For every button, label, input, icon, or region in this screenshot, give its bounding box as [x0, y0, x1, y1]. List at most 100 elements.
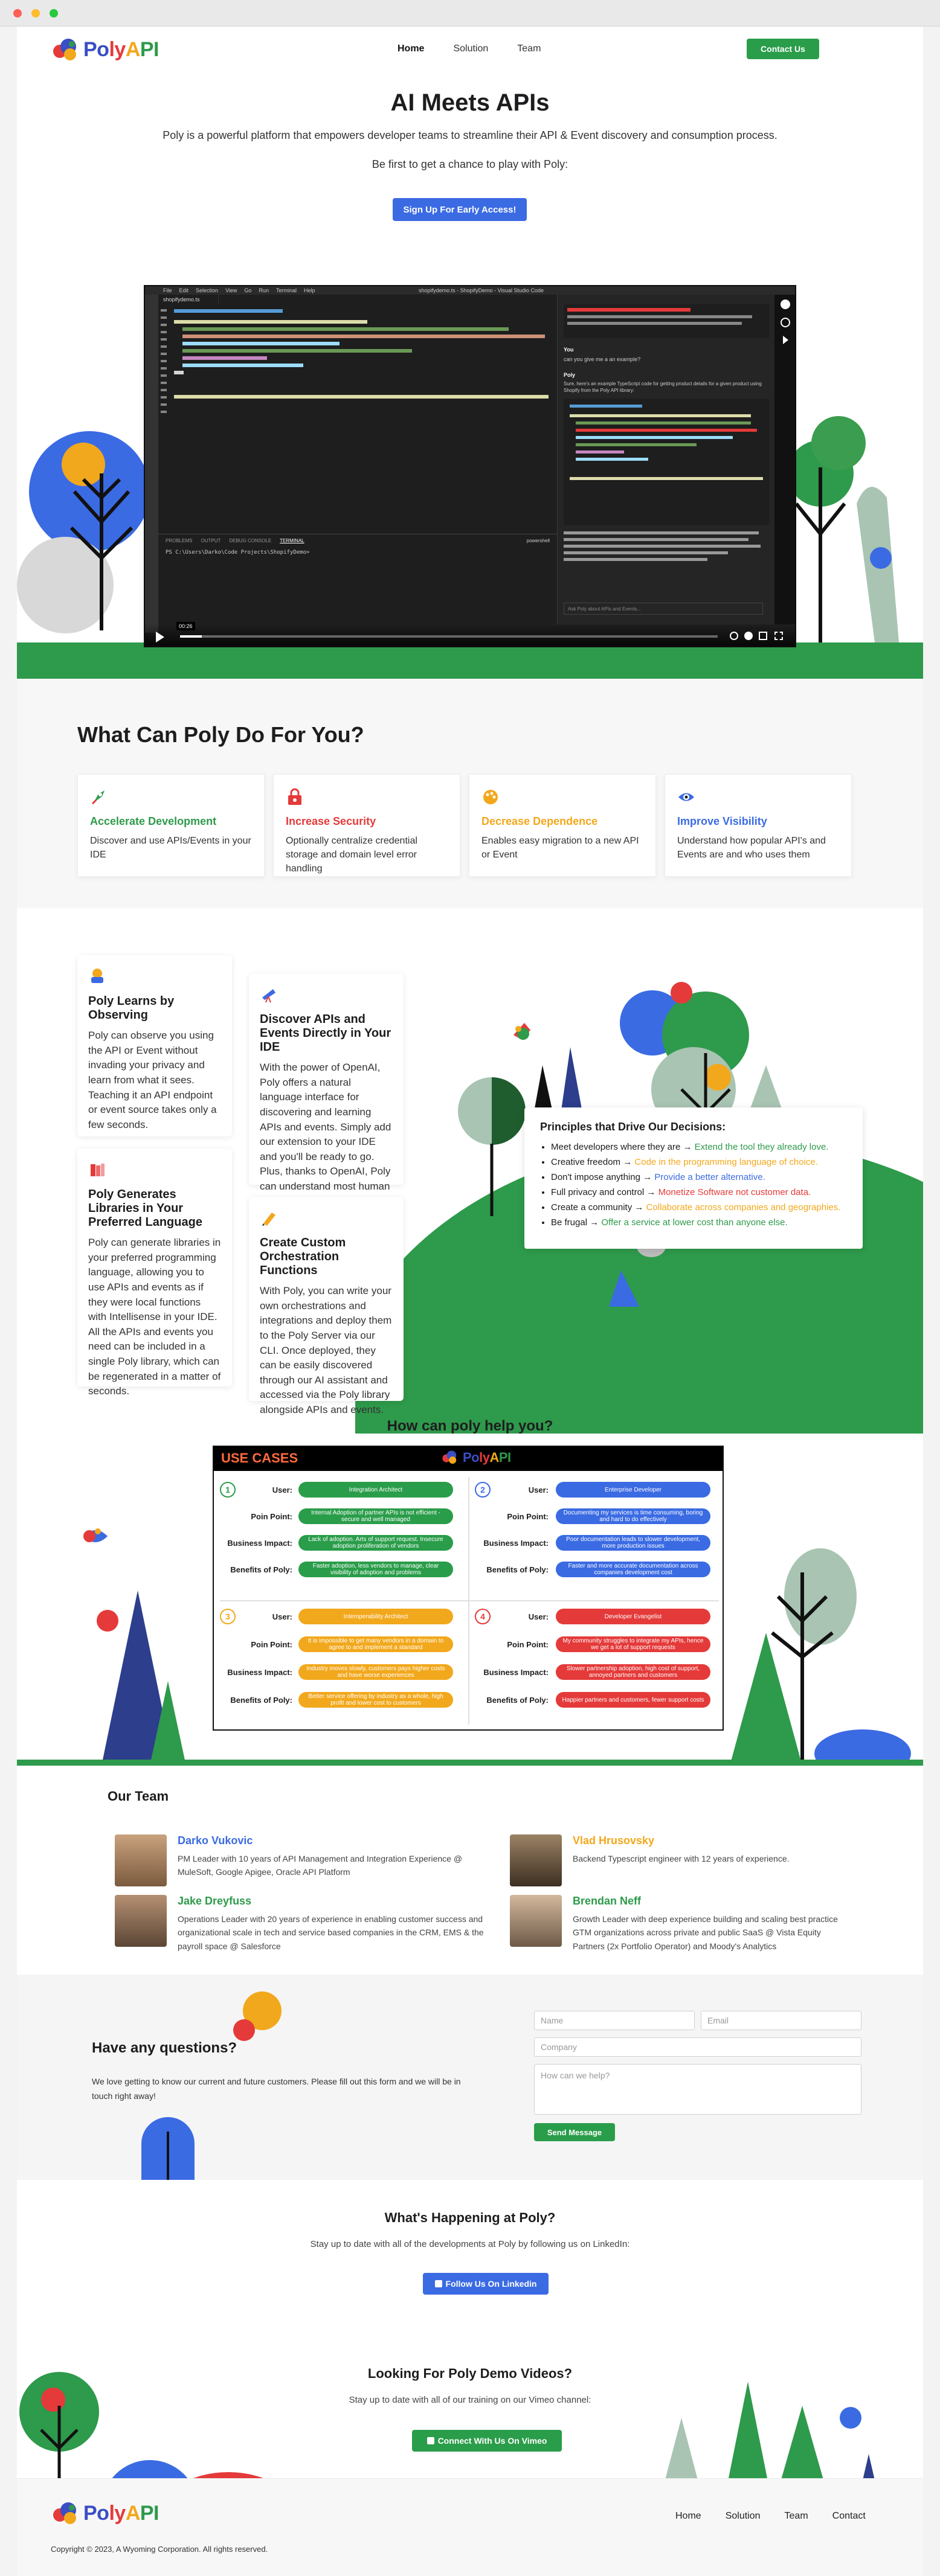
use-cases-panel: USE CASES PolyAPI 1 User: Poin Point: Bu…	[213, 1446, 724, 1731]
principles-list: Meet developers where they are → Extend …	[540, 1139, 847, 1230]
window-maximize-button[interactable]	[50, 9, 58, 18]
footer	[17, 2478, 923, 2576]
avatar	[115, 1895, 167, 1947]
menu-go[interactable]: Go	[244, 287, 251, 293]
footer-nav-solution[interactable]: Solution	[726, 2511, 761, 2522]
books-icon	[91, 1164, 105, 1176]
feature-title: Improve Visibility	[677, 815, 767, 827]
vscode-window-title: shopifydemo.ts - ShopifyDemo - Visual St…	[419, 287, 544, 293]
demo-title: Looking For Poly Demo Videos?	[367, 2366, 573, 2381]
contact-us-button[interactable]: Contact Us	[747, 39, 819, 59]
team-title: Our Team	[108, 1789, 169, 1804]
pip-icon[interactable]	[759, 632, 767, 640]
brand-wordmark: PolyAPI	[83, 2501, 159, 2525]
case-row-label: Business Impact:	[483, 1539, 549, 1548]
member-bio: Growth Leader with deep experience build…	[573, 1914, 838, 1951]
case-row-label: User:	[528, 1612, 549, 1621]
menu-run[interactable]: Run	[259, 287, 269, 293]
feature-title: Decrease Dependence	[481, 815, 598, 827]
capability-card-discover: Discover APIs and Events Directly in You…	[249, 973, 404, 1207]
case-row-label: Business Impact:	[483, 1668, 549, 1677]
linkedin-button[interactable]: Follow Us On Linkedin	[423, 2273, 549, 2295]
clock-icon[interactable]	[781, 318, 790, 327]
case-value: Industry moves slowly, customers pays hi…	[298, 1664, 453, 1680]
capability-card-libraries: Poly Generates Libraries in Your Preferr…	[77, 1149, 232, 1397]
footer-nav-team[interactable]: Team	[785, 2511, 808, 2522]
vimeo-icon	[427, 2437, 434, 2444]
toucan-logo-icon	[51, 36, 80, 63]
toucan-logo-icon	[51, 2500, 80, 2526]
case-row-label: User:	[272, 1485, 292, 1495]
volume-icon[interactable]	[730, 632, 738, 640]
send-message-button[interactable]: Send Message	[534, 2123, 615, 2141]
case-row-label: Poin Point:	[251, 1512, 292, 1521]
code-editor	[158, 304, 557, 534]
like-icon[interactable]	[781, 300, 790, 309]
case-row-label: Poin Point:	[507, 1640, 549, 1649]
capability-text: With the power of OpenAI, Poly offers a …	[260, 1062, 391, 1207]
feature-card-security: Increase Security Optionally centralize …	[273, 774, 460, 877]
team-member-vlad: Vlad Hrusovsky Backend Typescript engine…	[510, 1834, 848, 1886]
rocket-icon	[91, 790, 105, 805]
footer-nav-home[interactable]: Home	[675, 2511, 701, 2522]
copyright: Copyright © 2023, A Wyoming Corporation.…	[51, 2545, 268, 2554]
member-bio: Backend Typescript engineer with 12 year…	[573, 1854, 790, 1863]
use-cases-banner: USE CASES PolyAPI	[214, 1447, 723, 1471]
footer-logo[interactable]: PolyAPI	[51, 2500, 159, 2526]
principle-item: Don't impose anything → Provide a better…	[551, 1170, 847, 1185]
settings-icon[interactable]	[744, 632, 753, 640]
tab-terminal[interactable]: TERMINAL	[280, 538, 304, 543]
chat-input[interactable]: Ask Poly about APIs and Events...	[564, 603, 763, 615]
case-row-label: Business Impact:	[227, 1539, 292, 1548]
tab-output[interactable]: OUTPUT	[201, 538, 221, 543]
chat-you-message: can you give me a an example?	[564, 356, 641, 362]
case-value: Enterprise Developer	[556, 1482, 710, 1498]
nav-home[interactable]: Home	[398, 43, 424, 54]
principle-item: Be frugal → Offer a service at lower cos…	[551, 1215, 847, 1230]
avatar	[510, 1834, 562, 1886]
tab-debug-console[interactable]: DEBUG CONSOLE	[229, 538, 271, 543]
nav-solution[interactable]: Solution	[453, 43, 488, 54]
name-input[interactable]: Name	[534, 2011, 695, 2030]
menu-edit[interactable]: Edit	[179, 287, 189, 293]
play-icon[interactable]	[156, 632, 164, 642]
capability-card-orchestration: Create Custom Orchestration Functions Wi…	[249, 1197, 404, 1415]
message-textarea[interactable]: How can we help?	[534, 2064, 861, 2115]
shell-label: powershell	[526, 538, 550, 543]
menu-view[interactable]: View	[225, 287, 237, 293]
email-input[interactable]: Email	[701, 2011, 861, 2030]
demo-video-player[interactable]: File Edit Selection View Go Run Terminal…	[144, 285, 796, 647]
page: PolyAPI Home Solution Team Contact Us AI…	[17, 27, 923, 2576]
tab-problems[interactable]: PROBLEMS	[166, 538, 192, 543]
terminal-prompt: PS C:\Users\Darko\Code Projects\ShopifyD…	[166, 549, 310, 556]
window-minimize-button[interactable]	[31, 9, 40, 18]
window-close-button[interactable]	[13, 9, 22, 18]
company-input[interactable]: Company	[534, 2037, 861, 2057]
eye-icon	[678, 793, 694, 801]
feature-card-dependence: Decrease Dependence Enables easy migrati…	[469, 774, 656, 877]
capability-title: Create Custom Orchestration Functions	[260, 1236, 346, 1277]
case-value: Documenting my services is time consumin…	[556, 1508, 710, 1524]
header-logo[interactable]: PolyAPI	[51, 36, 159, 63]
case-value: Lack of adoption. Arts of support reques…	[298, 1535, 453, 1551]
nav-team[interactable]: Team	[517, 43, 541, 54]
case-value: Interoperability Architect	[298, 1609, 453, 1624]
avatar	[510, 1895, 562, 1947]
menu-help[interactable]: Help	[304, 287, 315, 293]
editor-tab[interactable]: shopifydemo.ts	[158, 295, 219, 304]
case-value: Faster and more accurate documentation a…	[556, 1562, 710, 1577]
progress-bar[interactable]	[180, 635, 718, 638]
fullscreen-icon[interactable]	[774, 632, 783, 640]
vimeo-button[interactable]: Connect With Us On Vimeo	[412, 2430, 562, 2452]
hero-tagline: Be first to get a chance to play with Po…	[372, 158, 568, 170]
capability-text: Poly can generate libraries in your pref…	[88, 1237, 221, 1397]
avatar	[115, 1834, 167, 1886]
menu-terminal[interactable]: Terminal	[276, 287, 297, 293]
menu-selection[interactable]: Selection	[196, 287, 218, 293]
activity-bar	[145, 295, 158, 633]
footer-nav-contact[interactable]: Contact	[832, 2511, 866, 2522]
menu-file[interactable]: File	[163, 287, 172, 293]
news-text: Stay up to date with all of the developm…	[310, 2239, 630, 2249]
early-access-button[interactable]: Sign Up For Early Access!	[393, 198, 527, 221]
share-icon[interactable]	[782, 336, 788, 344]
